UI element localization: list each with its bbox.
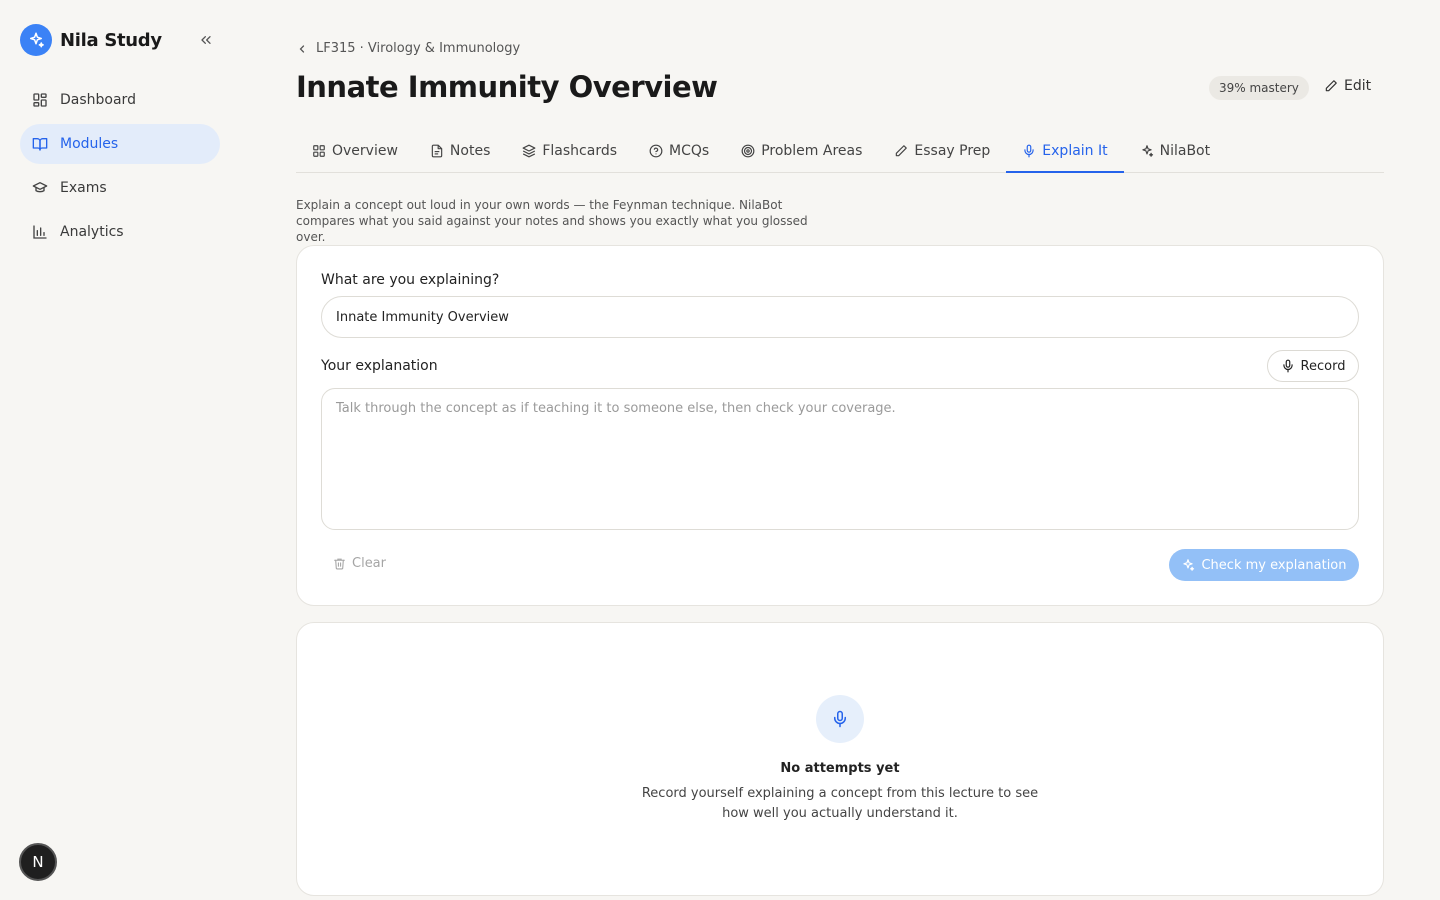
sidebar-item-label: Dashboard xyxy=(60,92,136,108)
book-open-icon xyxy=(32,136,48,152)
mic-icon xyxy=(816,695,864,743)
mic-icon xyxy=(1281,359,1295,373)
file-text-icon xyxy=(430,144,444,158)
empty-state-title: No attempts yet xyxy=(780,761,900,776)
clear-label: Clear xyxy=(352,556,386,571)
topic-input[interactable] xyxy=(321,296,1359,338)
topic-label: What are you explaining? xyxy=(321,272,500,288)
sidebar-item-analytics[interactable]: Analytics xyxy=(20,212,220,252)
tab-explain-it[interactable]: Explain It xyxy=(1006,130,1124,173)
sparkles-icon xyxy=(1181,558,1195,572)
mastery-badge: 39% mastery xyxy=(1209,76,1309,100)
check-explanation-button[interactable]: Check my explanation xyxy=(1169,549,1359,581)
tab-label: Overview xyxy=(332,143,398,159)
pencil-icon xyxy=(894,144,908,158)
tab-label: Notes xyxy=(449,143,491,159)
sidebar-item-dashboard[interactable]: Dashboard xyxy=(20,80,220,120)
sidebar: Nila Study Dashboard Modules Exams Analy… xyxy=(0,0,240,900)
sidebar-item-label: Modules xyxy=(60,136,119,152)
graduation-cap-icon xyxy=(32,180,48,196)
tab-flashcards[interactable]: Flashcards xyxy=(506,130,633,172)
tab-bar: Overview Notes Flashcards MCQs Problem A… xyxy=(296,130,1384,173)
intro-text: Explain a concept out loud in your own w… xyxy=(296,198,808,244)
tab-overview[interactable]: Overview xyxy=(296,130,414,172)
user-avatar[interactable]: N xyxy=(19,843,57,881)
sidebar-item-label: Exams xyxy=(60,180,107,196)
tab-label: Flashcards xyxy=(542,143,618,159)
empty-state-description: Record yourself explaining a concept fro… xyxy=(641,786,1039,821)
help-circle-icon xyxy=(649,144,663,158)
tab-label: Essay Prep xyxy=(914,143,991,159)
record-label: Record xyxy=(1300,358,1346,374)
clear-button[interactable]: Clear xyxy=(333,556,386,571)
tab-label: Problem Areas xyxy=(761,143,863,159)
tab-problem-areas[interactable]: Problem Areas xyxy=(725,130,878,172)
page-title: Innate Immunity Overview xyxy=(296,70,718,104)
grid-icon xyxy=(312,144,326,158)
brand-name: Nila Study xyxy=(60,29,162,51)
tab-label: Explain It xyxy=(1042,143,1108,159)
sparkles-icon xyxy=(1140,144,1154,158)
explanation-textarea[interactable] xyxy=(321,388,1359,530)
attempts-card: No attempts yet Record yourself explaini… xyxy=(296,622,1384,896)
trash-icon xyxy=(333,557,346,570)
sidebar-nav: Dashboard Modules Exams Analytics xyxy=(20,80,220,256)
check-label: Check my explanation xyxy=(1201,557,1347,573)
tab-notes[interactable]: Notes xyxy=(414,130,506,172)
sidebar-item-exams[interactable]: Exams xyxy=(20,168,220,208)
mic-icon xyxy=(1022,144,1036,158)
tab-essay-prep[interactable]: Essay Prep xyxy=(878,130,1006,172)
breadcrumb-label: LF315 · Virology & Immunology xyxy=(316,41,521,56)
tab-label: MCQs xyxy=(669,143,710,159)
edit-label: Edit xyxy=(1344,78,1372,94)
tab-label: NilaBot xyxy=(1159,143,1211,159)
pencil-icon xyxy=(1324,79,1338,93)
target-icon xyxy=(741,144,755,158)
grid-icon xyxy=(32,92,48,108)
sparkles-icon xyxy=(20,24,52,56)
record-button[interactable]: Record xyxy=(1267,350,1359,382)
chevron-left-icon xyxy=(296,43,308,55)
layers-icon xyxy=(522,144,536,158)
chevrons-left-icon[interactable] xyxy=(196,30,216,50)
tab-nilabot[interactable]: NilaBot xyxy=(1124,130,1227,172)
sidebar-item-label: Analytics xyxy=(60,224,124,240)
brand[interactable]: Nila Study xyxy=(20,24,162,56)
tab-mcqs[interactable]: MCQs xyxy=(633,130,725,172)
explanation-label: Your explanation xyxy=(321,358,438,374)
sidebar-item-modules[interactable]: Modules xyxy=(20,124,220,164)
breadcrumb[interactable]: LF315 · Virology & Immunology xyxy=(296,41,520,56)
bar-chart-icon xyxy=(32,224,48,240)
edit-button[interactable]: Edit xyxy=(1324,78,1371,94)
explain-form-card: What are you explaining? Your explanatio… xyxy=(296,245,1384,606)
